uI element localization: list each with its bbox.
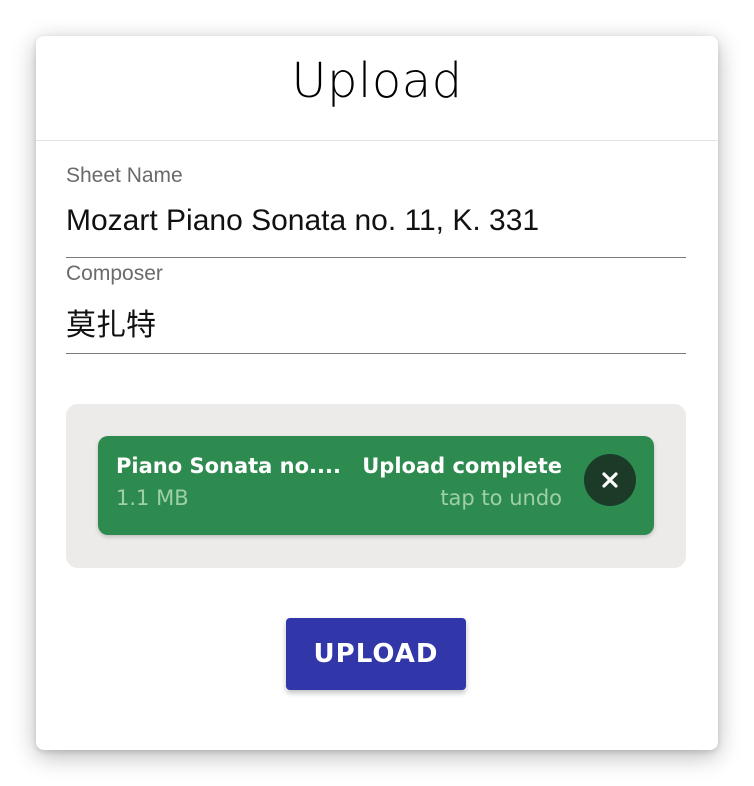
upload-status: Upload complete	[362, 454, 562, 478]
undo-hint[interactable]: tap to undo	[440, 486, 562, 510]
sheet-name-field[interactable]: Sheet Name Mozart Piano Sonata no. 11, K…	[66, 164, 686, 258]
dialog-header: Upload	[36, 36, 718, 141]
dialog-title: Upload	[291, 53, 463, 109]
file-drop-zone[interactable]: Piano Sonata no.... 1.1 MB Upload comple…	[66, 404, 686, 568]
composer-input[interactable]: 莫扎特	[66, 300, 156, 344]
sheet-name-input[interactable]: Mozart Piano Sonata no. 11, K. 331	[66, 204, 539, 238]
upload-dialog: Upload Sheet Name Mozart Piano Sonata no…	[36, 36, 718, 750]
composer-label: Composer	[66, 262, 163, 285]
close-icon	[602, 472, 618, 488]
composer-field[interactable]: Composer 莫扎特	[66, 262, 686, 354]
remove-file-button[interactable]	[584, 454, 636, 506]
sheet-name-label: Sheet Name	[66, 164, 183, 187]
uploaded-file-item[interactable]: Piano Sonata no.... 1.1 MB Upload comple…	[98, 436, 654, 535]
file-name: Piano Sonata no....	[116, 454, 341, 478]
upload-button[interactable]: UPLOAD	[286, 618, 466, 690]
file-size: 1.1 MB	[116, 486, 189, 510]
